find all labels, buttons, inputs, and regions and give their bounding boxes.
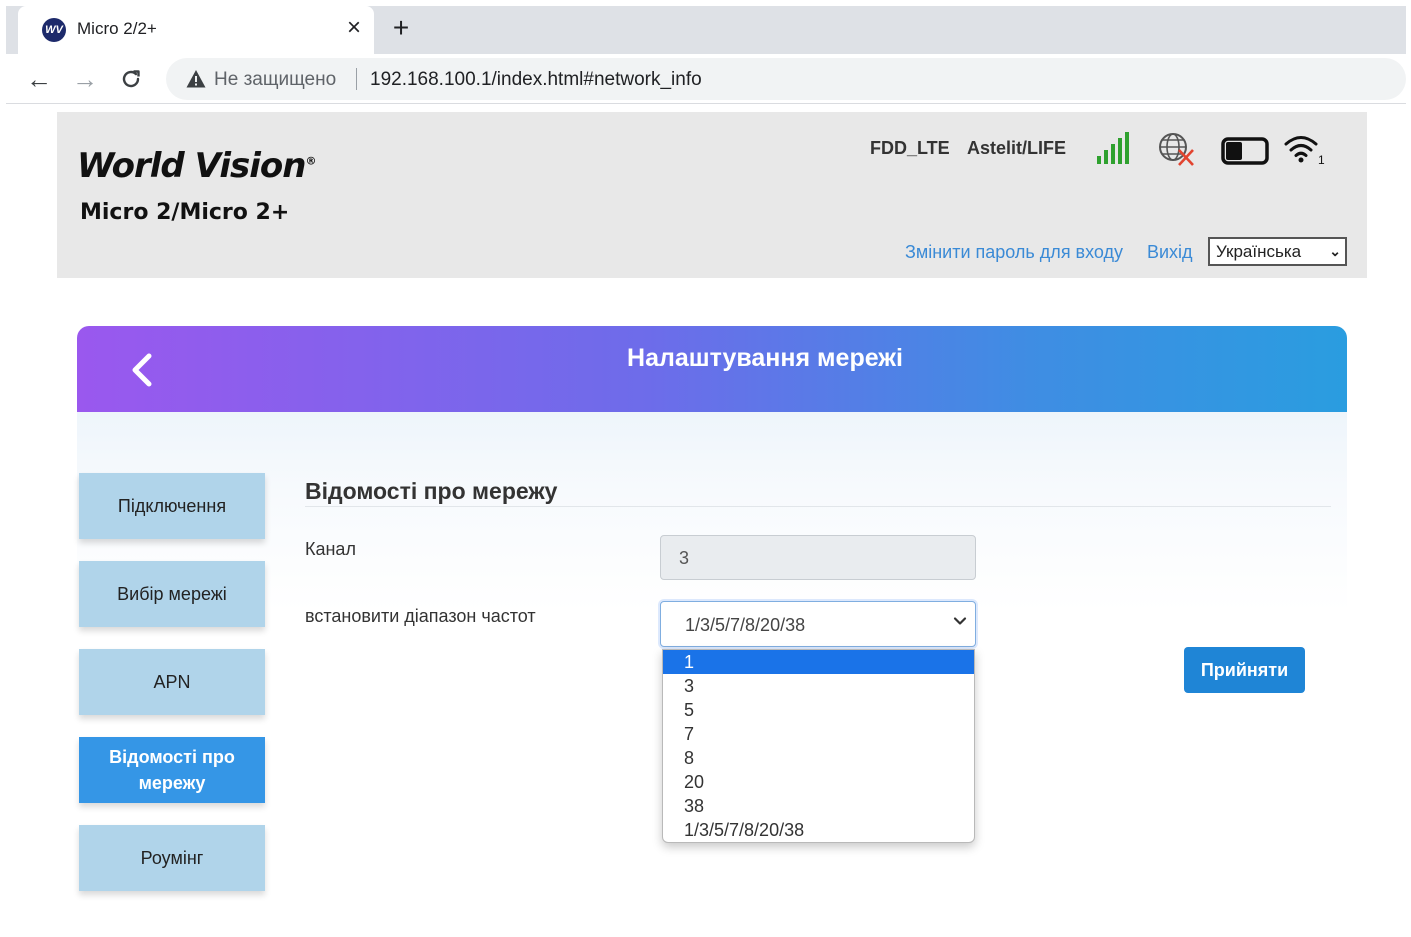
chevron-down-icon bbox=[953, 617, 967, 625]
sidebar-item-apn[interactable]: APN bbox=[79, 649, 265, 715]
settings-banner: Налаштування мережі bbox=[77, 326, 1347, 412]
signal-strength-icon bbox=[1097, 132, 1129, 164]
back-arrow-icon[interactable]: ← bbox=[24, 64, 54, 94]
browser-tab[interactable]: WV Micro 2/2+ × bbox=[18, 6, 374, 54]
address-separator bbox=[356, 68, 357, 90]
change-password-link[interactable]: Змінити пароль для входу bbox=[905, 242, 1123, 263]
band-option[interactable]: 5 bbox=[663, 698, 974, 722]
channel-field[interactable]: 3 bbox=[660, 535, 976, 580]
sidebar-item-roaming[interactable]: Роумінг bbox=[79, 825, 265, 891]
logout-link[interactable]: Вихід bbox=[1147, 242, 1193, 263]
warning-icon[interactable] bbox=[186, 69, 206, 89]
band-option[interactable]: 1/3/5/7/8/20/38 bbox=[663, 818, 974, 842]
wifi-client-count: 1 bbox=[1318, 153, 1325, 166]
browser-tab-bar: WV Micro 2/2+ × + bbox=[6, 6, 1406, 54]
address-bar[interactable]: Не защищено 192.168.100.1/index.html#net… bbox=[166, 58, 1406, 100]
section-title: Відомості про мережу bbox=[305, 478, 558, 504]
page-title: Налаштування мережі bbox=[627, 344, 903, 372]
forward-arrow-icon[interactable]: → bbox=[70, 64, 100, 94]
band-label: встановити діапазон частот bbox=[305, 606, 536, 626]
band-select[interactable]: 1/3/5/7/8/20/38 bbox=[660, 601, 976, 647]
band-option[interactable]: 38 bbox=[663, 794, 974, 818]
language-select[interactable]: Українська ⌄ bbox=[1208, 237, 1347, 266]
brand-reg-mark: ® bbox=[305, 154, 316, 168]
close-tab-icon[interactable]: × bbox=[340, 14, 368, 42]
band-selected-value: 1/3/5/7/8/20/38 bbox=[685, 615, 806, 635]
channel-label: Канал bbox=[305, 539, 356, 559]
router-header: World Vision® Micro 2/Micro 2+ FDD_LTE A… bbox=[57, 112, 1367, 278]
brand-logo: World Vision® bbox=[77, 146, 316, 186]
model-name: Micro 2/Micro 2+ bbox=[80, 200, 290, 225]
tab-favicon-icon: WV bbox=[42, 18, 66, 42]
not-secure-label[interactable]: Не защищено bbox=[214, 69, 336, 91]
url-text[interactable]: 192.168.100.1/index.html#network_info bbox=[370, 69, 702, 91]
tab-title: Micro 2/2+ bbox=[77, 19, 157, 38]
band-option[interactable]: 8 bbox=[663, 746, 974, 770]
sidebar-item-network-info[interactable]: Відомості про мережу bbox=[79, 737, 265, 803]
sidebar-item-connection[interactable]: Підключення bbox=[79, 473, 265, 539]
battery-icon bbox=[1221, 137, 1269, 165]
wifi-icon: 1 bbox=[1284, 136, 1325, 166]
section-divider bbox=[305, 506, 1331, 507]
band-option[interactable]: 1 bbox=[663, 650, 974, 674]
chevron-down-icon: ⌄ bbox=[1329, 243, 1341, 259]
sidebar-item-network-selection[interactable]: Вибір мережі bbox=[79, 561, 265, 627]
band-option[interactable]: 7 bbox=[663, 722, 974, 746]
accept-button[interactable]: Прийняти bbox=[1184, 647, 1305, 693]
band-dropdown-list: 1 3 5 7 8 20 38 1/3/5/7/8/20/38 bbox=[662, 649, 975, 843]
operator-name: Astelit/LIFE bbox=[967, 138, 1067, 158]
network-type: FDD_LTE bbox=[870, 138, 950, 158]
new-tab-button[interactable]: + bbox=[386, 14, 416, 44]
band-option[interactable]: 3 bbox=[663, 674, 974, 698]
browser-toolbar: ← → Не защищено 192.168.100.1/index.html… bbox=[6, 54, 1406, 104]
globe-disconnected-icon bbox=[1159, 133, 1194, 166]
language-value: Українська bbox=[1216, 242, 1302, 261]
brand-name: World Vision bbox=[77, 146, 306, 186]
band-option[interactable]: 20 bbox=[663, 770, 974, 794]
reload-icon[interactable] bbox=[116, 64, 146, 94]
